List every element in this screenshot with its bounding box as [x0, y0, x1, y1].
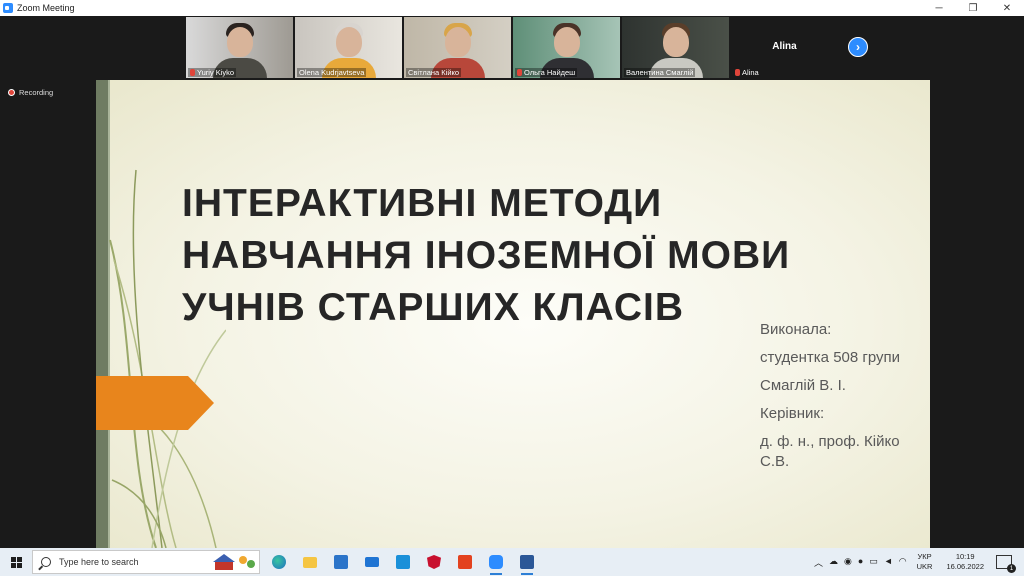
- info-line: студентка 508 групи: [760, 349, 901, 366]
- participant-name: Ольга Найдеш: [524, 68, 576, 77]
- chevron-right-icon: ›: [856, 40, 860, 54]
- search-placeholder: Type here to search: [59, 557, 139, 567]
- info-line: Виконала:: [760, 321, 832, 338]
- info-line: д. ф. н., проф. Кійко С.В.: [760, 433, 900, 470]
- window-controls: ─ ❐ ✕: [922, 0, 1024, 16]
- meeting-area: Yuriy Kiyko Olena Kudrjavtseva Світлана …: [0, 16, 1024, 548]
- participant-name: Olena Kudrjavtseva: [299, 68, 365, 77]
- participant-display-name: Alina: [772, 41, 797, 52]
- next-participants-button[interactable]: ›: [848, 37, 868, 57]
- slide-author-info: Виконала: студентка 508 групи Смаглій В.…: [760, 320, 920, 480]
- clock[interactable]: 10:19 16.06.2022: [946, 552, 984, 572]
- info-line: Керівник:: [760, 405, 825, 422]
- close-button[interactable]: ✕: [990, 0, 1024, 16]
- file-explorer-icon[interactable]: [299, 552, 321, 572]
- participant-video: [444, 27, 471, 57]
- store-icon[interactable]: [330, 552, 352, 572]
- muted-mic-icon: [190, 69, 195, 76]
- maximize-button[interactable]: ❐: [956, 0, 990, 16]
- microphone-icon[interactable]: ●: [858, 556, 863, 569]
- window-titlebar: Zoom Meeting ─ ❐ ✕: [0, 0, 1024, 16]
- notification-count: 1: [1007, 564, 1016, 573]
- photos-icon[interactable]: [392, 552, 414, 572]
- taskbar-apps: [268, 552, 538, 575]
- clock-time: 10:19: [955, 552, 975, 561]
- shared-screen-slide: ІНТЕРАКТИВНІ МЕТОДИ НАВЧАННЯ ІНОЗЕМНОЇ М…: [96, 80, 930, 548]
- chevron-up-icon[interactable]: ︿: [814, 556, 823, 569]
- word-icon[interactable]: [516, 552, 538, 575]
- zoom-logo-icon: [3, 3, 13, 13]
- zoom-taskbar-icon[interactable]: [485, 552, 507, 575]
- participant-video: [226, 27, 253, 57]
- recording-indicator[interactable]: Recording: [8, 88, 53, 97]
- mail-icon[interactable]: [361, 552, 383, 572]
- windows-taskbar: Type here to search ︿ ☁ ◉ ● ▭ ◄ ◠ УКР UK…: [0, 548, 1024, 576]
- participant-tile[interactable]: Olena Kudrjavtseva: [295, 17, 402, 78]
- start-button[interactable]: [0, 548, 32, 576]
- record-icon: [8, 89, 15, 96]
- windows-logo-icon: [10, 556, 22, 568]
- cloud-icon[interactable]: ☁: [829, 556, 838, 569]
- participant-tile-active-speaker[interactable]: Валентина Смаглій: [622, 17, 729, 78]
- muted-mic-icon: [517, 69, 522, 76]
- participant-tile[interactable]: Yuriy Kiyko: [186, 17, 293, 78]
- language-indicator[interactable]: УКР UKR: [917, 552, 933, 572]
- participant-video: [553, 27, 580, 57]
- mcafee-tray-icon[interactable]: ◉: [844, 556, 852, 569]
- notification-icon[interactable]: 1: [996, 555, 1016, 573]
- participant-strip: Yuriy Kiyko Olena Kudrjavtseva Світлана …: [186, 17, 838, 78]
- info-line: Смаглій В. І.: [760, 377, 846, 394]
- slide-title: ІНТЕРАКТИВНІ МЕТОДИ НАВЧАННЯ ІНОЗЕМНОЇ М…: [182, 182, 791, 329]
- participant-name: Yuriy Kiyko: [197, 68, 235, 77]
- recording-label: Recording: [19, 88, 54, 97]
- participant-tile[interactable]: Alina Alina: [731, 17, 838, 78]
- minimize-button[interactable]: ─: [922, 0, 956, 16]
- participant-tile[interactable]: Світлана Кійко: [404, 17, 511, 78]
- muted-mic-icon: [735, 69, 740, 76]
- edge-icon[interactable]: [268, 552, 290, 572]
- mcafee-icon[interactable]: [423, 552, 445, 572]
- window-title: Zoom Meeting: [17, 3, 75, 13]
- wifi-icon[interactable]: ◠: [899, 556, 907, 569]
- participant-video: [662, 27, 689, 57]
- search-highlight-icon: [213, 554, 255, 570]
- participant-name: Валентина Смаглій: [626, 68, 694, 77]
- participant-name: Alina: [742, 68, 759, 77]
- search-icon: [41, 557, 51, 567]
- taskbar-search-box[interactable]: Type here to search: [32, 550, 260, 574]
- volume-icon[interactable]: ◄: [884, 556, 893, 569]
- participant-name: Світлана Кійко: [408, 68, 460, 77]
- battery-icon[interactable]: ▭: [869, 556, 878, 569]
- office-icon[interactable]: [454, 552, 476, 572]
- system-tray: ︿ ☁ ◉ ● ▭ ◄ ◠ УКР UKR 10:19 16.06.2022 1: [814, 548, 1024, 576]
- participant-video: [335, 27, 362, 57]
- participant-tile[interactable]: Ольга Найдеш: [513, 17, 620, 78]
- orange-arrow-shape: [96, 376, 214, 430]
- clock-date: 16.06.2022: [946, 562, 984, 571]
